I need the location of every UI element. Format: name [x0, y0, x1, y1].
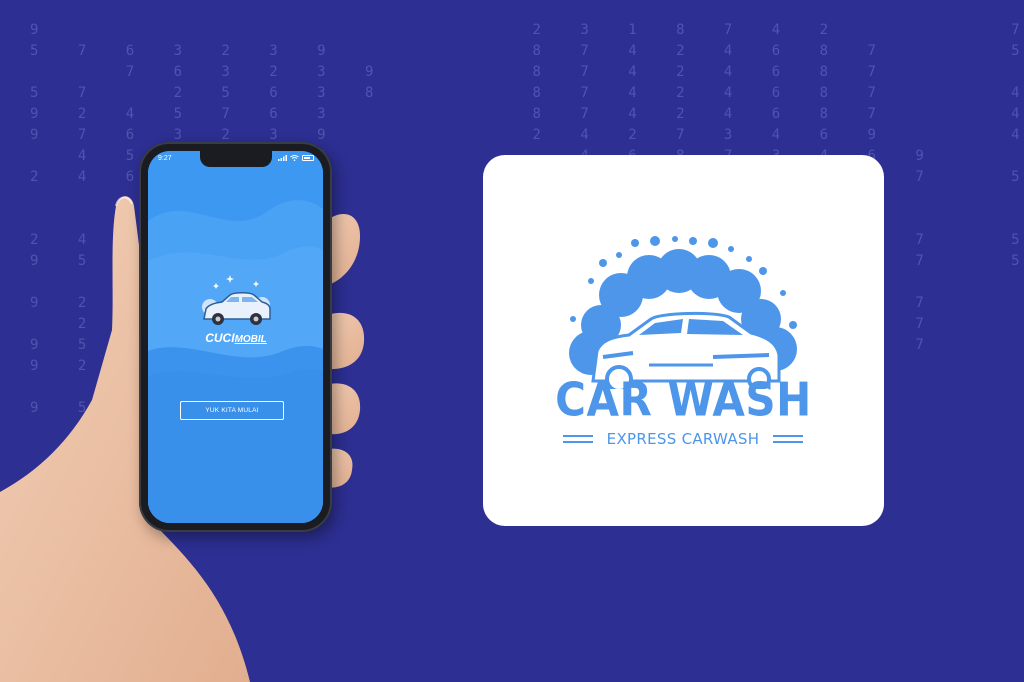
start-button[interactable]: YUK KITA MULAI [180, 401, 284, 420]
signal-icon [278, 155, 287, 161]
brand-title: CAR WASH [555, 372, 812, 427]
digit-row: 7 6 3 2 3 9 8 7 4 2 4 6 8 7 3 1 4 6 8 6 … [125, 64, 892, 80]
digit-row: 9 2 3 1 8 7 4 2 7 1 8 [30, 22, 1020, 38]
wifi-icon [290, 155, 299, 161]
battery-icon [302, 155, 314, 161]
digit-row: 9 2 4 5 7 6 3 8 7 4 2 4 6 8 7 4 2 5 6 4 … [30, 106, 1020, 122]
app-name: CUCIMOBIL [196, 331, 276, 345]
car-wash-logo-icon [569, 236, 797, 389]
phone-notch [200, 151, 272, 167]
tagline-divider-left [563, 435, 593, 443]
digit-row: 5 7 6 3 2 3 9 8 7 4 2 4 6 8 7 5 4 5 2 8 … [30, 43, 1020, 59]
tagline: EXPRESS CARWASH [606, 430, 760, 448]
tagline-row: EXPRESS CARWASH [563, 429, 803, 449]
app-splash-screen: 9:27 CUCIMOBIL YUK KITA MULAI [148, 151, 323, 523]
logo-card: CAR WASH EXPRESS CARWASH [483, 155, 884, 526]
smartphone: 9:27 CUCIMOBIL YUK KITA MULAI [139, 142, 332, 532]
digit-row: 9 7 6 3 2 3 9 2 4 2 7 3 4 6 9 4 4 2 8 6 … [30, 127, 1020, 143]
tagline-divider-right [772, 435, 803, 443]
digit-row: 5 7 2 5 6 3 8 8 7 4 2 4 6 8 7 4 8 9 3 4 … [30, 85, 1020, 101]
status-time: 9:27 [158, 155, 172, 162]
app-name-part2: MOBIL [234, 334, 267, 345]
app-name-part1: CUCI [205, 331, 235, 345]
